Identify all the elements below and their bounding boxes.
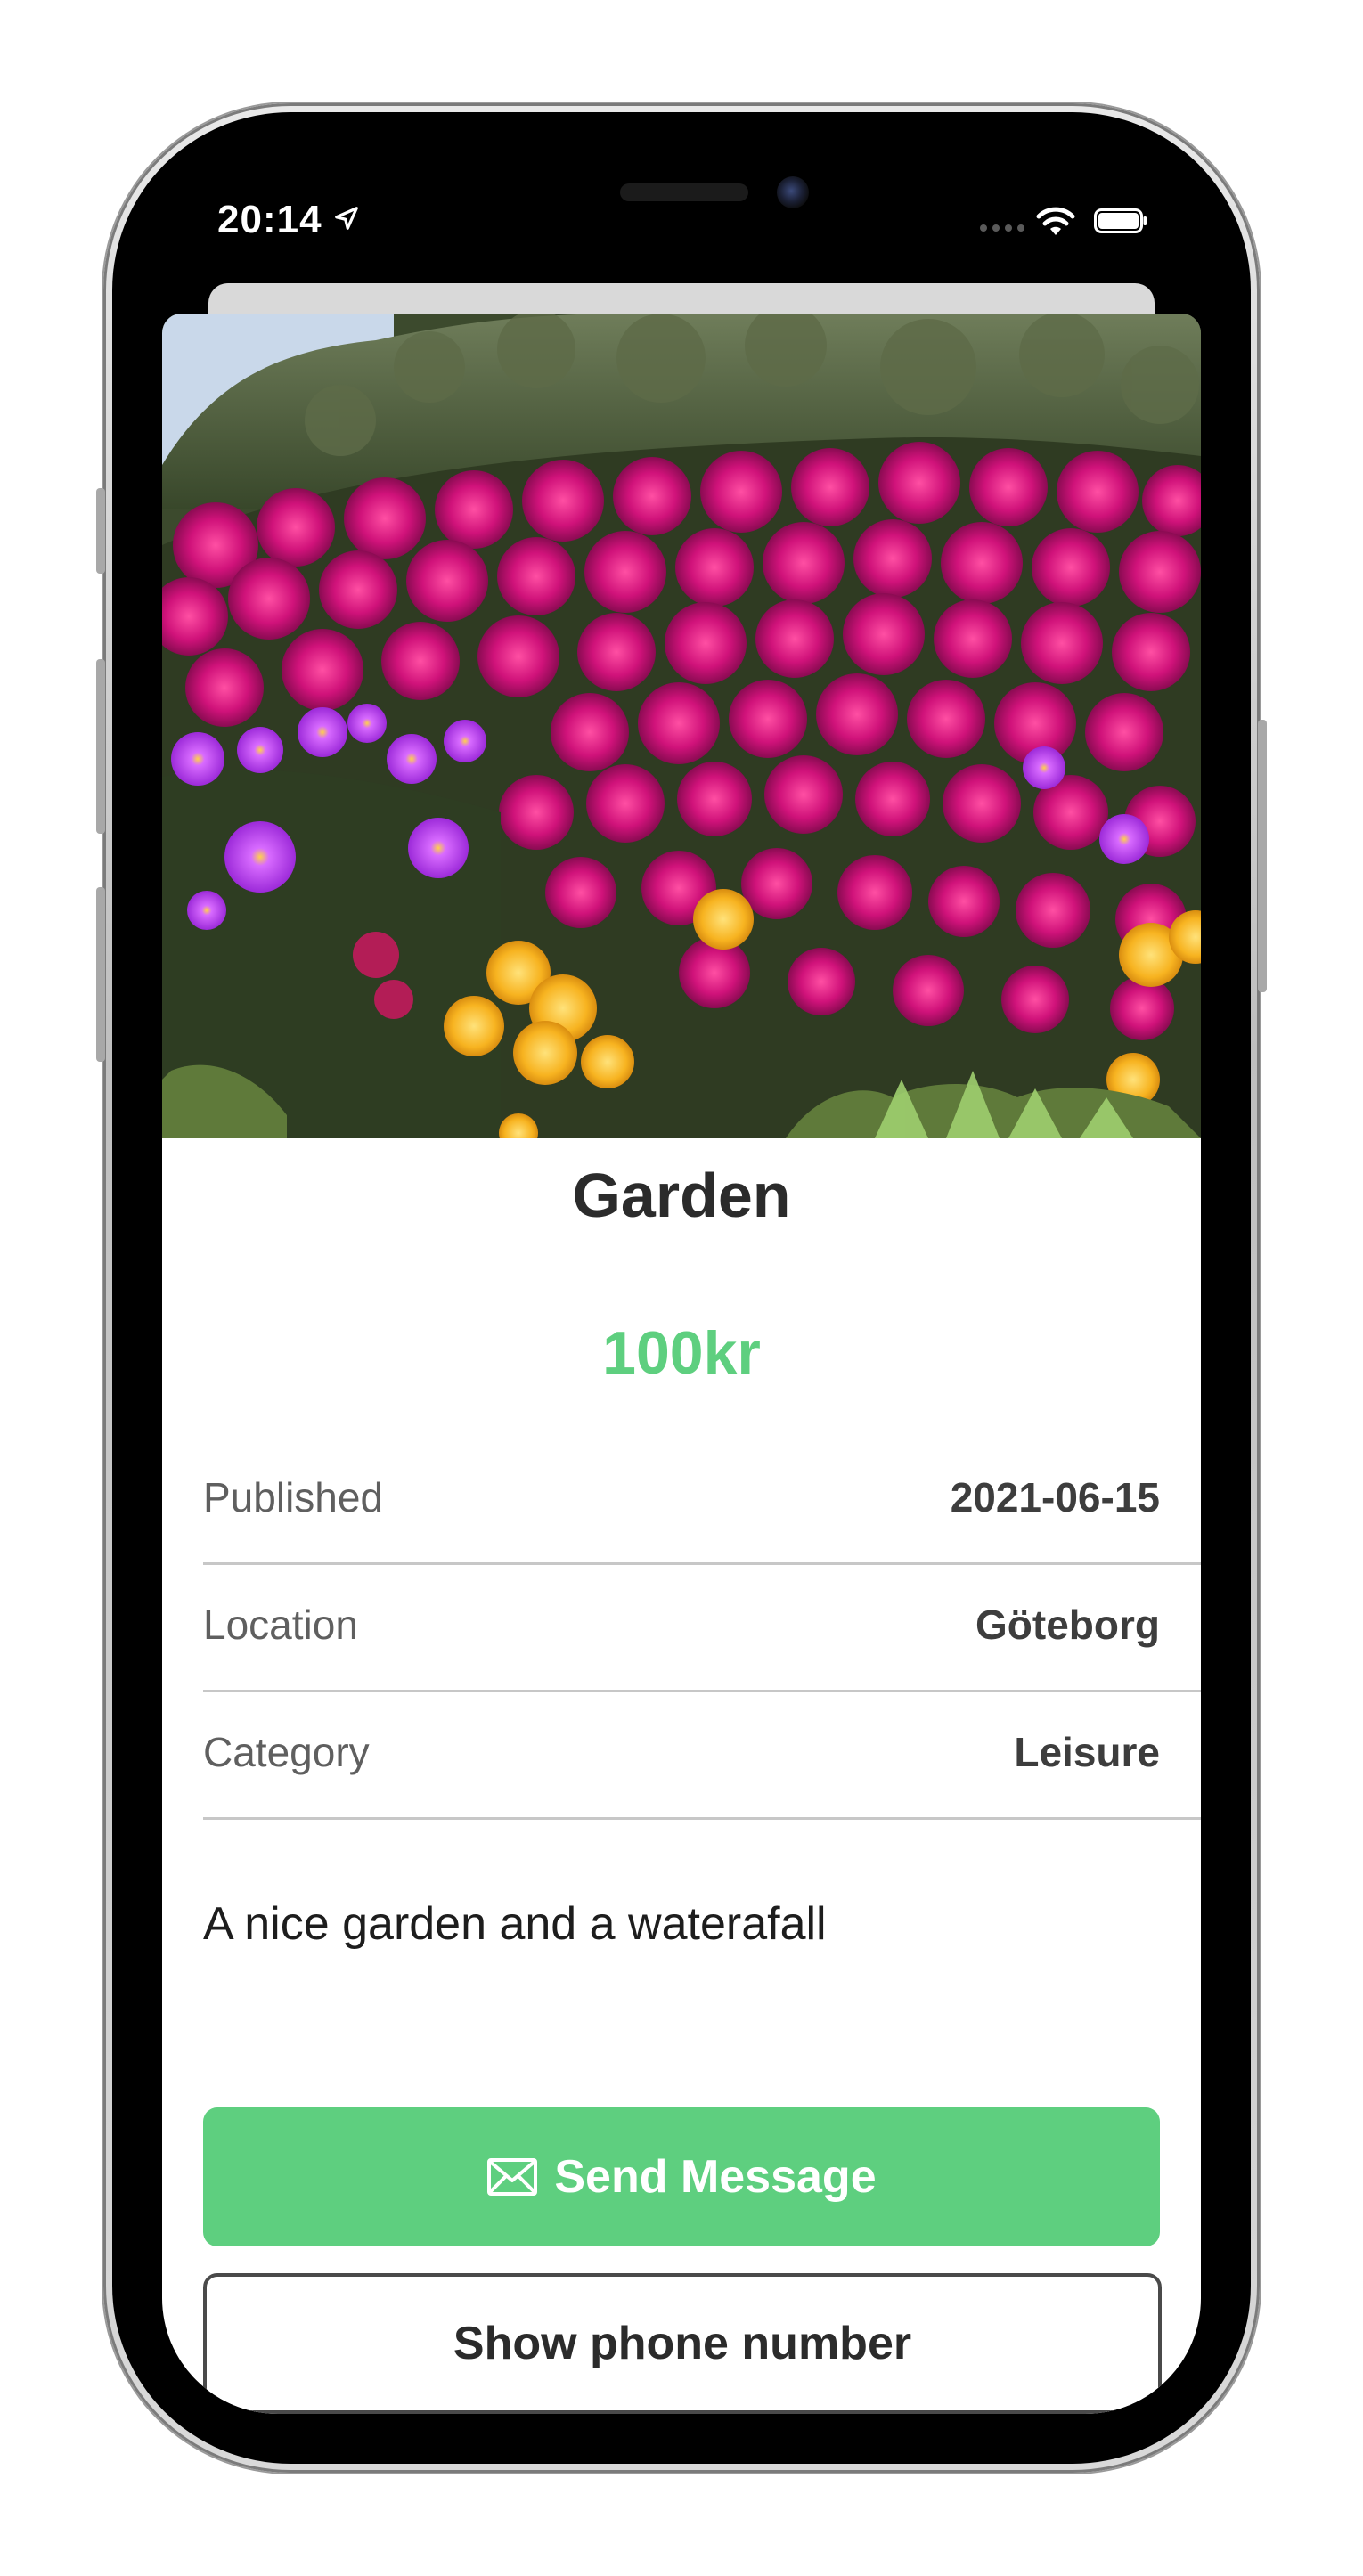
- wifi-icon: [1036, 207, 1075, 235]
- location-arrow-icon: [335, 207, 358, 230]
- detail-label: Location: [203, 1602, 358, 1648]
- front-camera: [777, 176, 809, 208]
- detail-label: Category: [203, 1729, 370, 1775]
- envelope-icon: [487, 2158, 538, 2196]
- send-message-label: Send Message: [554, 2151, 877, 2203]
- volume-up-button: [96, 659, 105, 834]
- show-phone-number-label: Show phone number: [453, 2318, 912, 2369]
- detail-label: Published: [203, 1474, 384, 1520]
- detail-row-category: Category Leisure: [203, 1692, 1201, 1820]
- silent-switch: [96, 488, 105, 574]
- send-message-button[interactable]: Send Message: [203, 2107, 1160, 2246]
- earpiece-speaker: [620, 183, 748, 201]
- detail-row-location: Location Göteborg: [203, 1565, 1201, 1692]
- cellular-signal-icon: [980, 224, 1024, 232]
- detail-value: Göteborg: [975, 1602, 1160, 1648]
- status-time: 20:14: [217, 198, 322, 241]
- listing-detail-sheet: Garden 100kr Published 2021-06-15 Locati…: [162, 314, 1201, 2414]
- volume-down-button: [96, 887, 105, 1062]
- listing-photo: [162, 314, 1201, 1138]
- detail-value: 2021-06-15: [950, 1474, 1160, 1520]
- battery-icon: [1094, 208, 1147, 233]
- status-bar: 20:14: [162, 162, 1201, 269]
- detail-row-published: Published 2021-06-15: [203, 1438, 1201, 1565]
- show-phone-number-button[interactable]: Show phone number: [203, 2273, 1162, 2414]
- listing-price: 100kr: [602, 1319, 761, 1387]
- detail-value: Leisure: [1014, 1729, 1160, 1775]
- listing-details: Published 2021-06-15 Location Göteborg C…: [203, 1438, 1201, 1820]
- listing-description: A nice garden and a waterafall: [203, 1898, 827, 1950]
- listing-title: Garden: [572, 1161, 791, 1230]
- power-button: [1258, 720, 1267, 992]
- phone-screen: 20:14 Garden 100kr Published 2021-06-15 …: [162, 162, 1201, 2414]
